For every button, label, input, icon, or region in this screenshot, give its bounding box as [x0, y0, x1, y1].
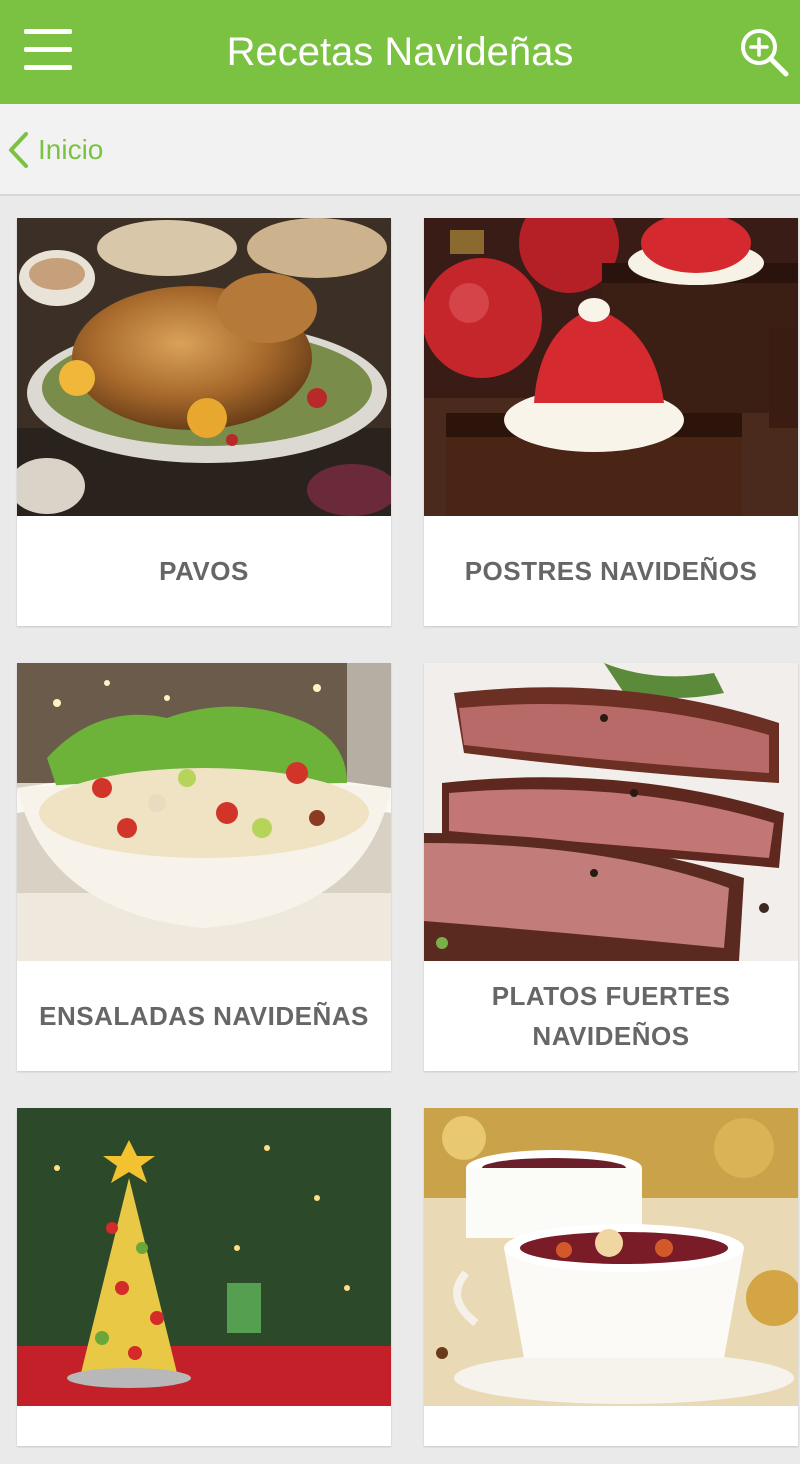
- category-grid: PAVOS POSTRES NAVIDEÑOS ENSALADAS NAVIDE…: [0, 196, 800, 1464]
- category-image-turkey: [17, 218, 391, 516]
- app-header: Recetas Navideñas: [0, 0, 800, 104]
- category-label: POSTRES NAVIDEÑOS: [464, 556, 758, 586]
- category-label: [17, 1406, 391, 1446]
- zoom-search-icon: [741, 29, 789, 77]
- back-label: Inicio: [38, 134, 104, 165]
- category-label: ENSALADAS NAVIDEÑAS: [39, 1001, 369, 1031]
- breadcrumb: Inicio: [0, 104, 800, 196]
- category-label: PAVOS: [159, 556, 249, 586]
- page-title: Recetas Navideñas: [226, 30, 574, 74]
- category-card-fruit-tree[interactable]: [17, 1108, 391, 1446]
- category-label: PLATOS FUERTES NAVIDEÑOS: [491, 981, 731, 1051]
- category-label: [424, 1406, 798, 1446]
- category-image-desserts: [424, 218, 798, 516]
- category-card-pavos[interactable]: PAVOS: [17, 218, 391, 626]
- category-card-ensaladas-navidenas[interactable]: ENSALADAS NAVIDEÑAS: [17, 663, 391, 1071]
- category-image-fruit-tree: [17, 1108, 391, 1406]
- menu-bar-2: [24, 47, 72, 52]
- category-card-postres-navidenos[interactable]: POSTRES NAVIDEÑOS: [424, 218, 798, 626]
- category-image-roast-beef: [424, 663, 798, 961]
- menu-button[interactable]: [22, 27, 74, 79]
- menu-bar-3: [24, 65, 72, 70]
- back-link-inicio[interactable]: Inicio: [6, 130, 103, 170]
- category-card-mulled-wine[interactable]: [424, 1108, 798, 1446]
- category-image-mulled-wine: [424, 1108, 798, 1406]
- category-image-salad: [17, 663, 391, 961]
- menu-bar-1: [24, 29, 72, 34]
- category-card-platos-fuertes-navidenos[interactable]: PLATOS FUERTES NAVIDEÑOS: [424, 663, 798, 1071]
- search-button[interactable]: [736, 24, 792, 80]
- chevron-left-icon: [9, 132, 28, 168]
